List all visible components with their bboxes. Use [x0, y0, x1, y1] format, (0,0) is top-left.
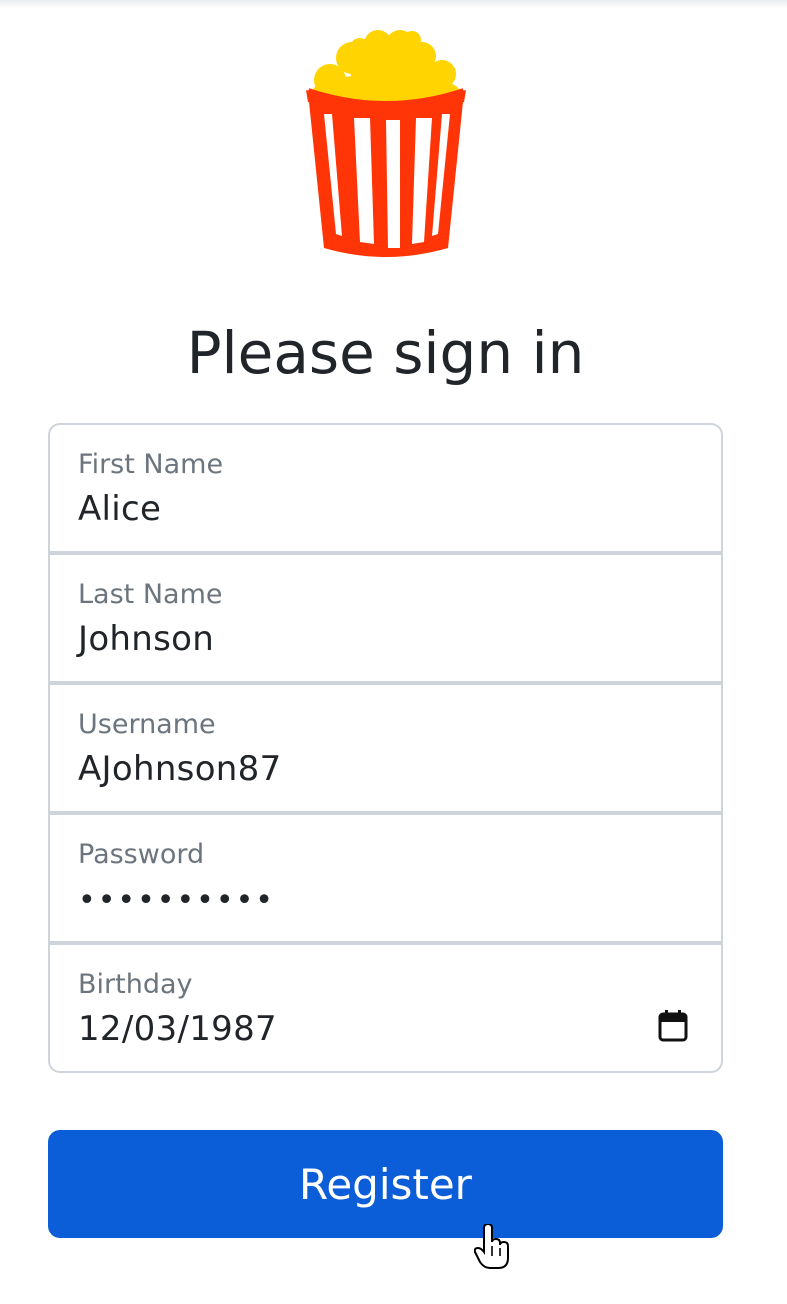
popcorn-bucket-icon — [306, 30, 466, 257]
first-name-label: First Name — [78, 449, 224, 480]
top-shadow — [0, 0, 787, 8]
first-name-input[interactable]: Alice — [78, 489, 161, 529]
last-name-field[interactable]: Last Name Johnson — [48, 553, 723, 683]
birthday-label: Birthday — [78, 969, 193, 1000]
hand-pointer-icon — [474, 1224, 509, 1269]
password-field[interactable]: Password •••••••••• — [48, 813, 723, 943]
sign-in-page: Please sign in First Name Alice Last Nam… — [0, 0, 787, 1304]
register-button[interactable]: Register — [48, 1130, 723, 1238]
page-title: Please sign in — [186, 319, 585, 387]
password-input[interactable]: •••••••••• — [78, 883, 275, 918]
username-label: Username — [78, 709, 216, 740]
username-input[interactable]: AJohnson87 — [78, 749, 282, 789]
username-field[interactable]: Username AJohnson87 — [48, 683, 723, 813]
birthday-input[interactable]: 12/03/1987 — [78, 1009, 277, 1049]
password-label: Password — [78, 839, 205, 870]
last-name-label: Last Name — [78, 579, 223, 610]
birthday-field[interactable]: Birthday 12/03/1987 — [48, 943, 723, 1073]
last-name-input[interactable]: Johnson — [78, 619, 214, 659]
registration-form: First Name Alice Last Name Johnson Usern… — [48, 423, 723, 1073]
calendar-icon[interactable] — [657, 1009, 689, 1043]
first-name-field[interactable]: First Name Alice — [48, 423, 723, 553]
